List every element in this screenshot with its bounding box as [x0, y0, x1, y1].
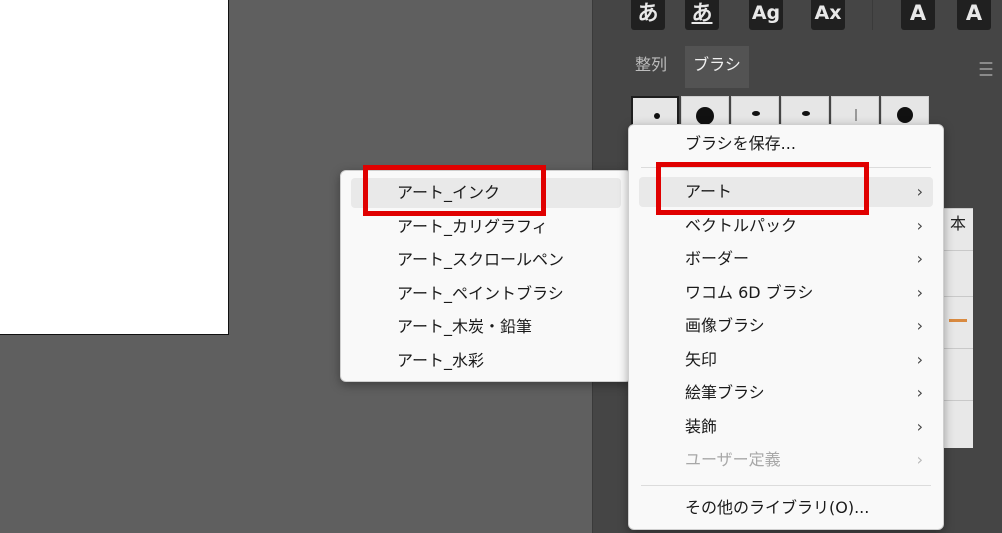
- chevron-right-icon: ›: [916, 383, 923, 402]
- brush-side-label: 本: [949, 214, 966, 233]
- toolbar-divider: [872, 0, 873, 30]
- brush-side-cell[interactable]: [943, 296, 973, 348]
- highlight-box: [656, 162, 869, 215]
- text-orientation-icon[interactable]: A: [901, 0, 935, 30]
- glyph-ag-icon[interactable]: Ag: [749, 0, 783, 30]
- chevron-right-icon: ›: [916, 316, 923, 335]
- menu-item-vector-packs[interactable]: ベクトルパック ›: [639, 211, 933, 241]
- submenu-item-art-paintbrush[interactable]: アート_ペイントブラシ: [351, 279, 621, 309]
- text-accent-icon[interactable]: A: [957, 0, 991, 30]
- menu-item-wacom-6d[interactable]: ワコム 6D ブラシ ›: [639, 278, 933, 308]
- menu-item-image-brushes[interactable]: 画像ブラシ ›: [639, 311, 933, 341]
- menu-item-save-brushes[interactable]: ブラシを保存...: [639, 129, 933, 159]
- menu-item-other-library[interactable]: その他のライブラリ(O)...: [639, 493, 933, 523]
- character-underline-icon[interactable]: あ: [685, 0, 719, 30]
- menu-item-decorative[interactable]: 装飾 ›: [639, 412, 933, 442]
- glyph-ax-icon[interactable]: Ax: [811, 0, 845, 30]
- highlight-box: [363, 165, 546, 216]
- chevron-right-icon: ›: [916, 450, 923, 469]
- brush-side-cell[interactable]: [943, 400, 973, 448]
- submenu-item-art-watercolor[interactable]: アート_水彩: [351, 346, 621, 376]
- menu-item-borders[interactable]: ボーダー ›: [639, 244, 933, 274]
- panel-menu-icon[interactable]: — — —: [979, 56, 995, 82]
- tab-brushes[interactable]: ブラシ: [685, 46, 749, 88]
- menu-item-user-defined: ユーザー定義 ›: [639, 445, 933, 475]
- chevron-right-icon: ›: [916, 216, 923, 235]
- menu-item-artistic-brushes[interactable]: 絵筆ブラシ ›: [639, 378, 933, 408]
- brush-stroke-preview: [949, 319, 967, 322]
- chevron-right-icon: ›: [916, 283, 923, 302]
- tab-align[interactable]: 整列: [619, 46, 683, 88]
- brush-side-cell[interactable]: [943, 348, 973, 400]
- brush-side-cell[interactable]: 本: [943, 208, 973, 250]
- submenu-item-art-scroll-pen[interactable]: アート_スクロールペン: [351, 245, 621, 275]
- submenu-item-art-calligraphy[interactable]: アート_カリグラフィ: [351, 212, 621, 242]
- chevron-right-icon: ›: [916, 182, 923, 201]
- character-hiragana-icon[interactable]: あ: [631, 0, 665, 30]
- panel-tabbar: 整列 ブラシ: [619, 46, 1002, 88]
- chevron-right-icon: ›: [916, 249, 923, 268]
- chevron-right-icon: ›: [916, 417, 923, 436]
- menu-separator: [641, 485, 931, 486]
- brush-side-cell[interactable]: [943, 250, 973, 296]
- chevron-right-icon: ›: [916, 350, 923, 369]
- menu-item-arrows[interactable]: 矢印 ›: [639, 345, 933, 375]
- artboard[interactable]: [0, 0, 229, 335]
- submenu-item-art-charcoal-pencil[interactable]: アート_木炭・鉛筆: [351, 312, 621, 342]
